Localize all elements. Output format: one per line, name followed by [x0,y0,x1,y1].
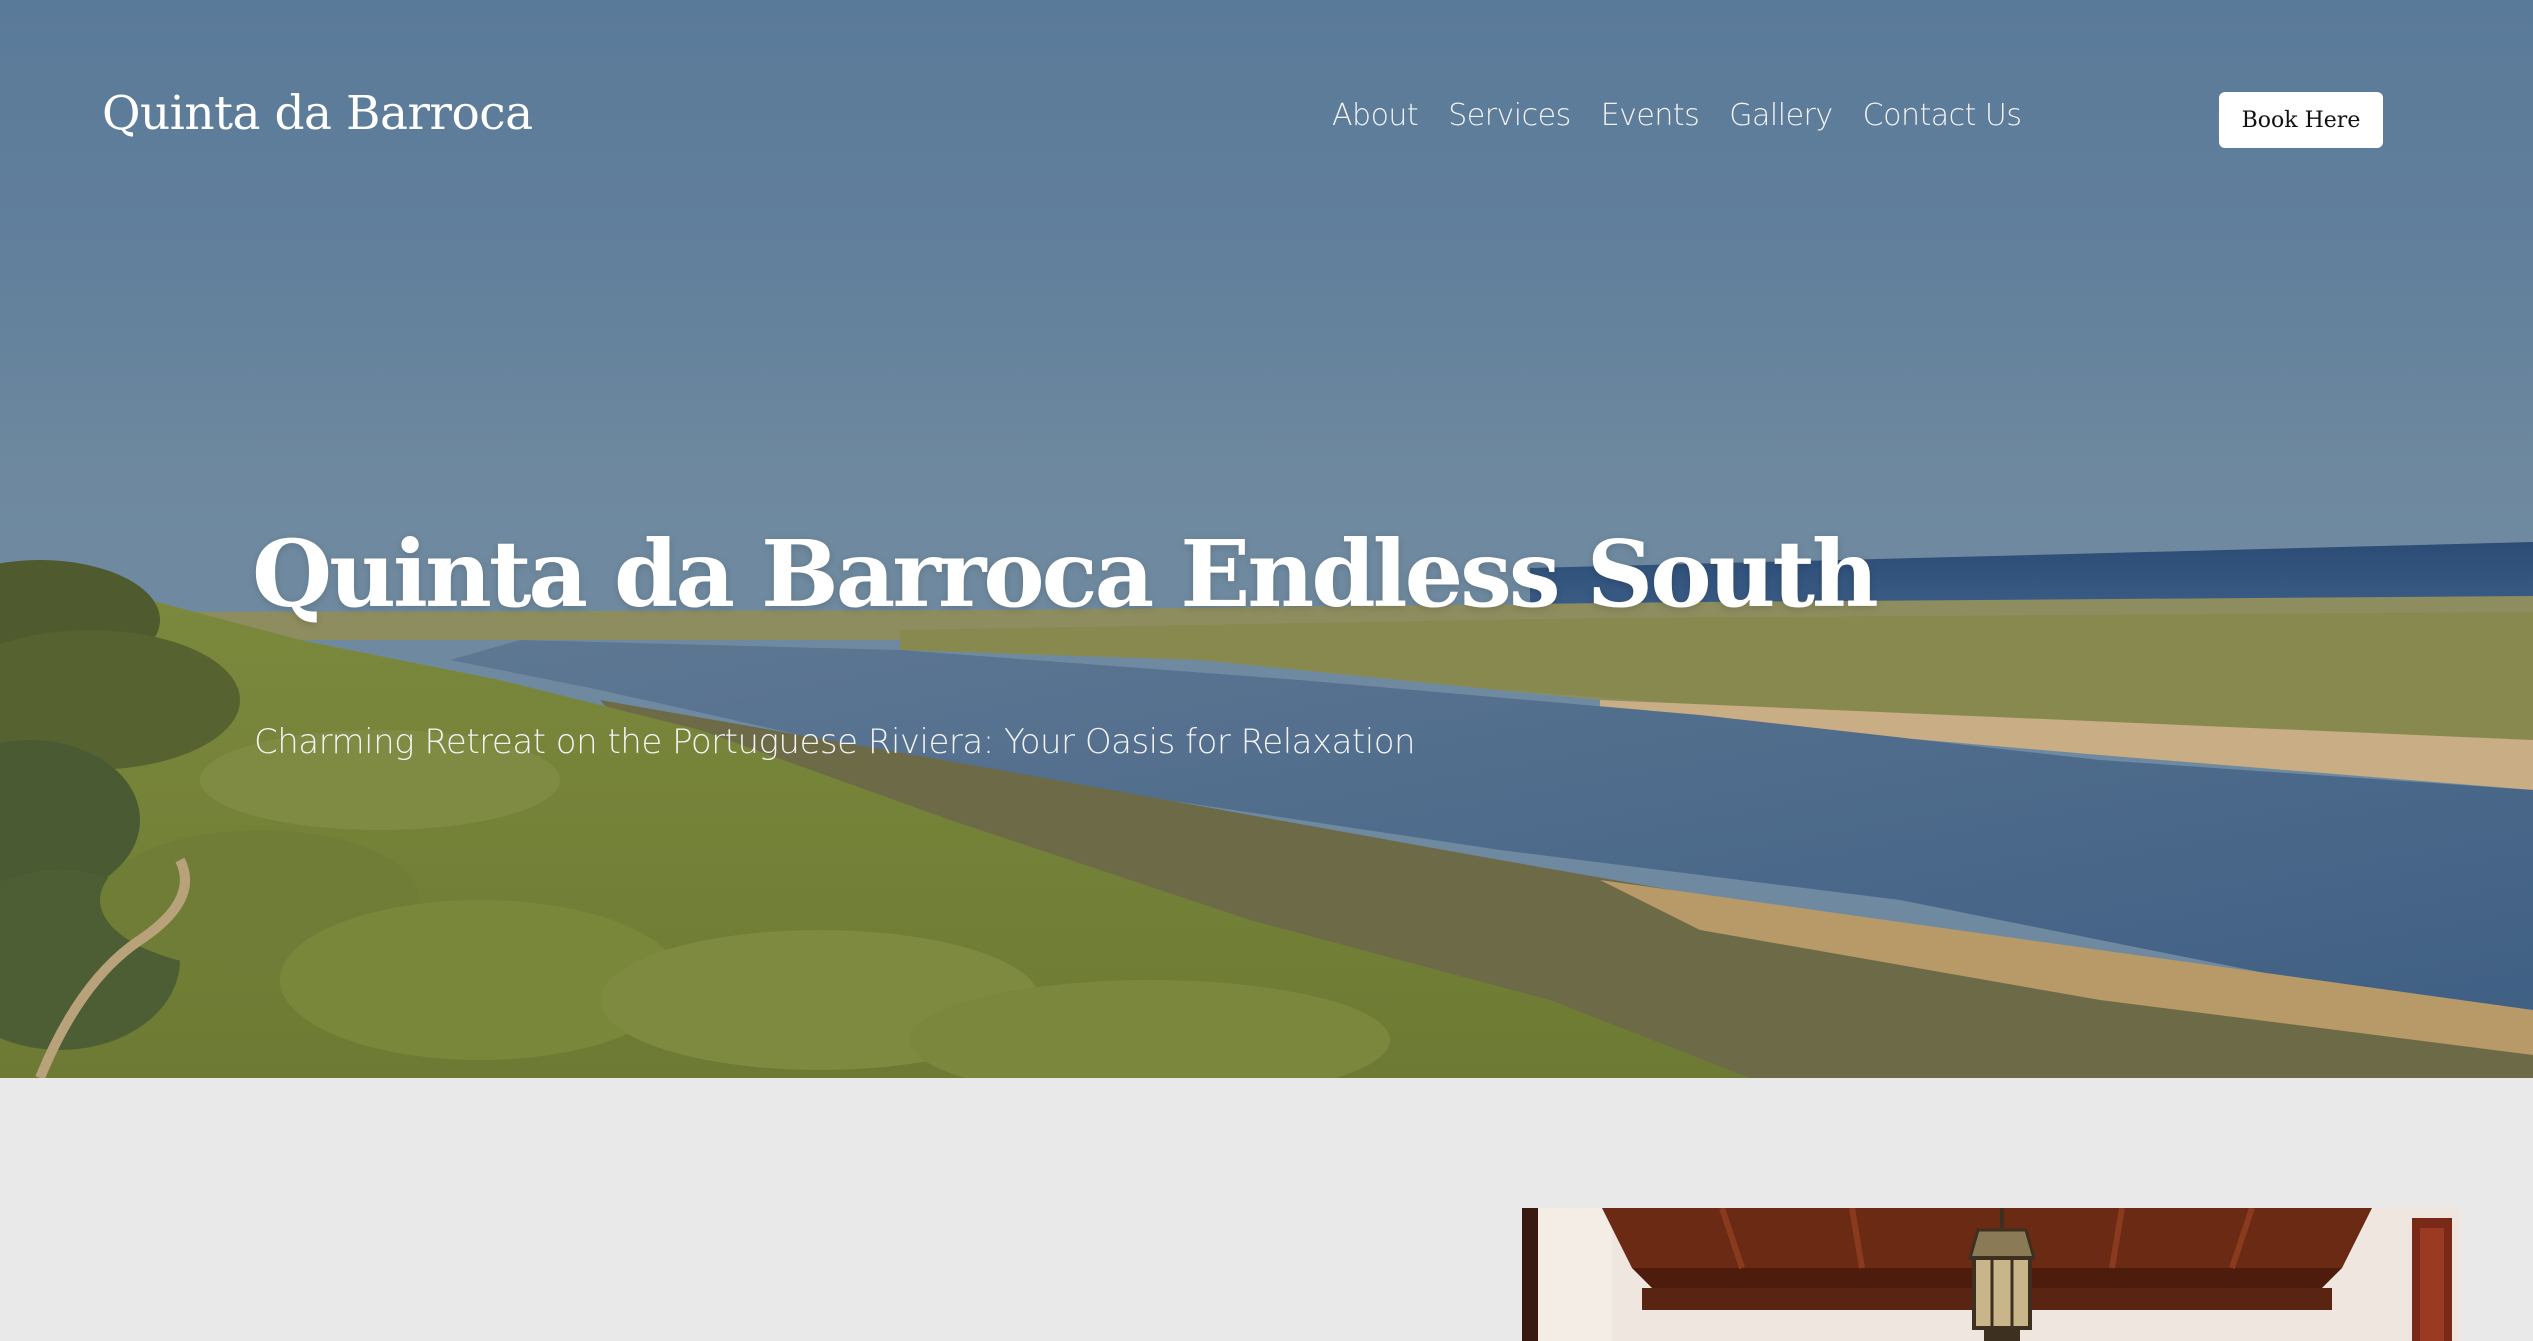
hero-section: Quinta da Barroca About Services Events … [0,0,2533,1078]
book-here-button[interactable]: Book Here [2219,92,2383,148]
nav-gallery[interactable]: Gallery [1729,98,1833,133]
main-nav: About Services Events Gallery Contact Us [1332,98,2022,133]
nav-events[interactable]: Events [1601,98,1700,133]
nav-services[interactable]: Services [1448,98,1571,133]
nav-contact-us[interactable]: Contact Us [1863,98,2022,133]
interior-ceiling-image [1522,1208,2461,1341]
nav-about[interactable]: About [1332,98,1419,133]
site-logo[interactable]: Quinta da Barroca [102,86,533,141]
hero-title: Quinta da Barroca Endless South [252,520,1879,628]
interior-photo [1522,1208,2461,1341]
hero-subtitle: Charming Retreat on the Portuguese Rivie… [254,722,1416,762]
